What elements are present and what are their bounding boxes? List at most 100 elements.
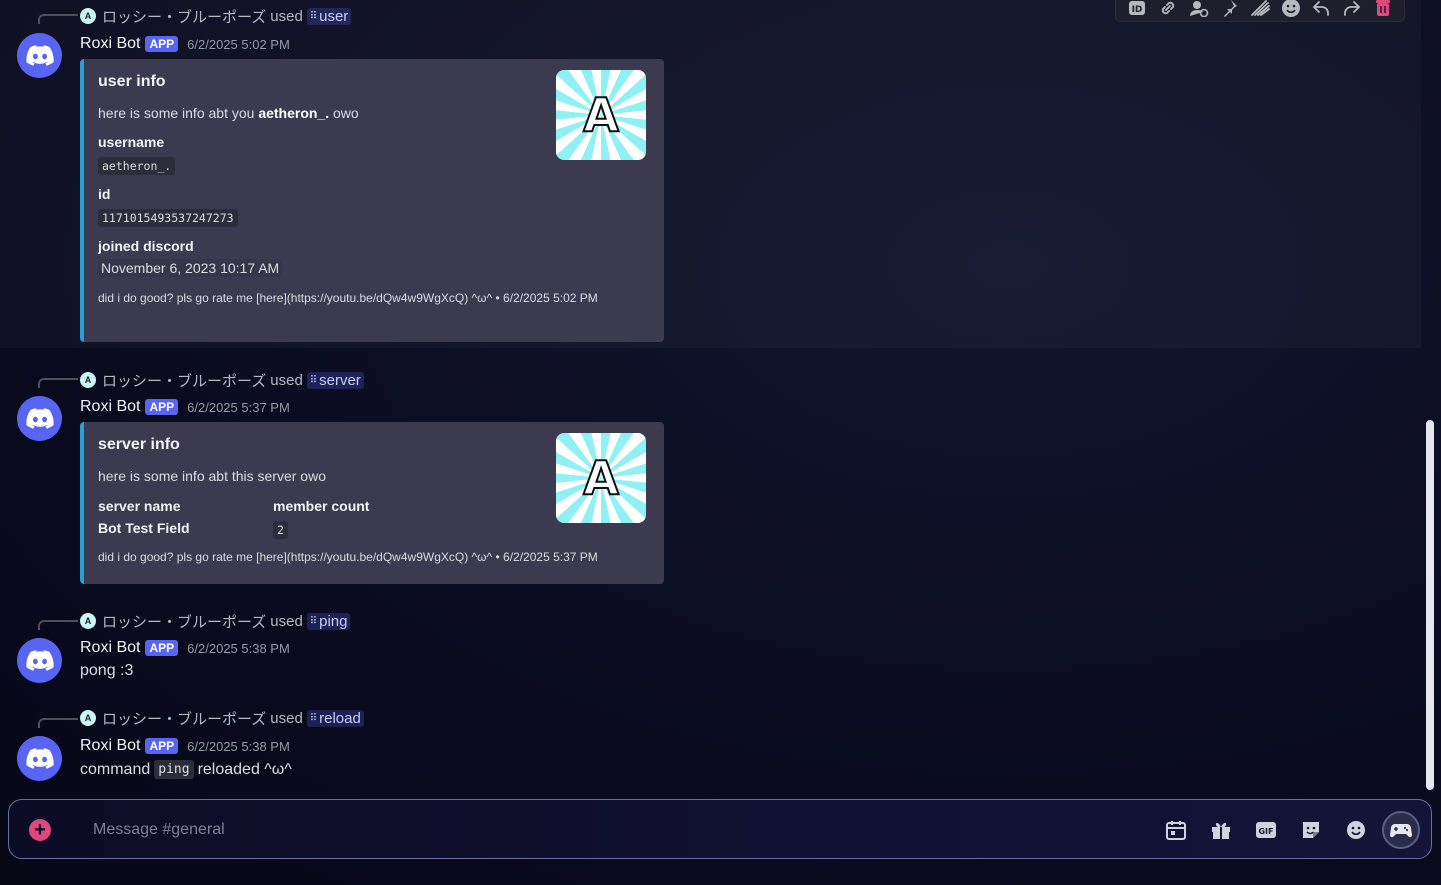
reply-used-text: used xyxy=(270,612,303,630)
timestamp[interactable]: 6/2/2025 5:37 PM xyxy=(187,400,290,415)
inline-code: ping xyxy=(154,760,194,779)
author-name[interactable]: Roxi Bot xyxy=(80,737,140,755)
command-name: reload xyxy=(319,709,361,727)
link-icon[interactable] xyxy=(1157,0,1179,19)
emoji-icon[interactable] xyxy=(1280,0,1302,19)
field-server-name-value: Bot Test Field xyxy=(98,520,190,536)
desc-prefix: here is some info abt you xyxy=(98,105,259,121)
field-username-label: username xyxy=(98,134,165,150)
message-input[interactable] xyxy=(93,818,993,842)
message-actions-toolbar: ID xyxy=(1115,0,1405,22)
reply-used-text: used xyxy=(270,7,303,25)
avatar[interactable] xyxy=(17,33,62,78)
reply-icon[interactable] xyxy=(1310,0,1332,19)
timestamp[interactable]: 6/2/2025 5:38 PM xyxy=(187,739,290,754)
field-joined-value[interactable]: November 6, 2023 10:17 AM xyxy=(98,259,283,277)
command-reply-header[interactable]: A ロッシー・ブルーポーズ used ⠿ ping xyxy=(80,611,351,632)
add-attachment-button[interactable]: + xyxy=(29,819,51,841)
gamepad-icon xyxy=(1390,824,1412,838)
command-mention[interactable]: ⠿ server xyxy=(306,371,364,389)
embed-title: user info xyxy=(98,73,166,90)
gift-icon[interactable] xyxy=(1209,818,1233,842)
slash-command-icon: ⠿ xyxy=(309,712,317,724)
avatar[interactable] xyxy=(17,396,62,441)
app-badge: APP xyxy=(145,640,179,656)
reply-avatar[interactable]: A xyxy=(80,613,96,629)
reply-used-text: used xyxy=(270,709,303,727)
message-reload: A ロッシー・ブルーポーズ used ⠿ reload Roxi Bot APP … xyxy=(0,700,1421,795)
sticker-icon[interactable] xyxy=(1299,818,1323,842)
user-reply-icon[interactable] xyxy=(1188,0,1210,19)
command-mention[interactable]: ⠿ user xyxy=(306,7,352,25)
command-mention[interactable]: ⠿ reload xyxy=(306,709,364,727)
reply-connector xyxy=(38,718,78,728)
message-header: Roxi Bot APP 6/2/2025 5:02 PM xyxy=(80,33,290,55)
id-icon[interactable]: ID xyxy=(1126,0,1148,19)
discord-logo-icon xyxy=(25,649,54,671)
message-composer: + GIF xyxy=(8,799,1432,859)
author-name[interactable]: Roxi Bot xyxy=(80,398,140,416)
activities-button[interactable] xyxy=(1382,811,1420,849)
command-name: ping xyxy=(319,612,348,630)
command-name: server xyxy=(319,371,361,389)
field-joined-label: joined discord xyxy=(98,238,194,254)
delete-icon[interactable] xyxy=(1372,0,1394,19)
reply-username[interactable]: ロッシー・ブルーポーズ xyxy=(102,611,266,632)
discord-logo-icon xyxy=(25,407,54,429)
gif-icon[interactable]: GIF xyxy=(1254,818,1278,842)
command-reply-header[interactable]: A ロッシー・ブルーポーズ used ⠿ reload xyxy=(80,708,364,728)
slash-command-icon: ⠿ xyxy=(309,10,317,22)
field-id-value: 1171015493537247273 xyxy=(98,209,238,227)
command-reply-header[interactable]: A ロッシー・ブルーポーズ used ⠿ server xyxy=(80,370,364,390)
slash-command-icon: ⠿ xyxy=(309,374,317,386)
embed-server-info: server info here is some info abt this s… xyxy=(80,422,664,584)
author-name[interactable]: Roxi Bot xyxy=(80,639,140,657)
reply-connector xyxy=(38,620,78,630)
svg-text:GIF: GIF xyxy=(1258,827,1273,836)
content-prefix: command xyxy=(80,760,151,778)
desc-username: aetheron_. xyxy=(258,105,330,121)
reply-avatar[interactable]: A xyxy=(80,8,96,24)
pin-icon[interactable] xyxy=(1218,0,1240,19)
reply-connector xyxy=(38,378,78,388)
avatar[interactable] xyxy=(17,736,62,781)
reply-avatar[interactable]: A xyxy=(80,372,96,388)
message-content: pong :3 xyxy=(80,662,134,679)
command-mention[interactable]: ⠿ ping xyxy=(306,612,351,630)
command-reply-header[interactable]: A ロッシー・ブルーポーズ used ⠿ user xyxy=(80,6,352,27)
reply-avatar[interactable]: A xyxy=(80,710,96,726)
embed-thumbnail[interactable]: A xyxy=(556,433,646,523)
embed-thumbnail[interactable]: A xyxy=(556,70,646,160)
message-header: Roxi Bot APP 6/2/2025 5:37 PM xyxy=(80,396,290,418)
message-ping: A ロッシー・ブルーポーズ used ⠿ ping Roxi Bot APP 6/… xyxy=(0,602,1421,692)
timestamp[interactable]: 6/2/2025 5:02 PM xyxy=(187,37,290,52)
embed-footer: did i do good? pls go rate me [here](htt… xyxy=(98,550,598,564)
embed-description: here is some info abt this server owo xyxy=(98,468,326,484)
discord-logo-icon xyxy=(25,747,54,769)
forward-icon[interactable] xyxy=(1341,0,1363,19)
author-name[interactable]: Roxi Bot xyxy=(80,35,140,53)
field-id-label: id xyxy=(98,186,111,202)
svg-text:ID: ID xyxy=(1132,5,1143,15)
embed-title: server info xyxy=(98,436,180,453)
reply-used-text: used xyxy=(270,371,303,389)
embed-description: here is some info abt you aetheron_. owo xyxy=(98,105,359,121)
embed-user-info: user info here is some info abt you aeth… xyxy=(80,59,664,342)
command-name: user xyxy=(319,7,349,25)
signal-icon[interactable] xyxy=(1249,0,1271,19)
field-username-value: aetheron_. xyxy=(98,157,176,175)
reply-username[interactable]: ロッシー・ブルーポーズ xyxy=(102,6,266,27)
field-member-count-value: 2 xyxy=(273,521,288,539)
message-server-info: A ロッシー・ブルーポーズ used ⠿ server Roxi Bot APP … xyxy=(0,360,1421,590)
thumbnail-letter: A xyxy=(582,88,620,142)
reply-username[interactable]: ロッシー・ブルーポーズ xyxy=(102,370,266,391)
app-badge: APP xyxy=(145,399,179,415)
calendar-icon[interactable] xyxy=(1164,818,1188,842)
scrollbar-thumb[interactable] xyxy=(1426,420,1434,790)
emoji-picker-icon[interactable] xyxy=(1344,818,1368,842)
discord-logo-icon xyxy=(25,44,54,66)
avatar[interactable] xyxy=(17,638,62,683)
embed-footer: did i do good? pls go rate me [here](htt… xyxy=(98,291,598,305)
reply-username[interactable]: ロッシー・ブルーポーズ xyxy=(102,708,266,729)
timestamp[interactable]: 6/2/2025 5:38 PM xyxy=(187,641,290,656)
